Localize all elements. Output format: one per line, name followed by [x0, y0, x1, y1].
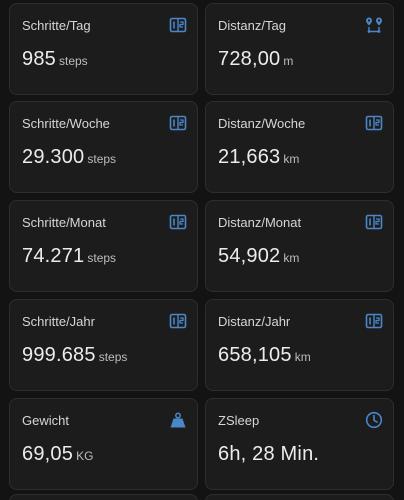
card-unit: steps	[87, 251, 117, 265]
card-schritte-tag[interactable]: Schritte/Tag 985 steps	[9, 3, 198, 95]
counter-icon	[365, 313, 383, 329]
card-partial[interactable]	[205, 494, 394, 500]
card-value: 54,902	[218, 245, 281, 267]
card-title: Schritte/Woche	[22, 116, 110, 131]
card-unit: m	[283, 54, 294, 68]
card-title: Schritte/Monat	[22, 215, 106, 230]
counter-icon	[365, 214, 383, 230]
card-title: Distanz/Jahr	[218, 314, 291, 329]
clock-icon	[365, 411, 383, 429]
counter-icon	[169, 115, 187, 131]
card-unit: steps	[87, 152, 117, 166]
card-schritte-jahr[interactable]: Schritte/Jahr 999.685 steps	[9, 299, 198, 391]
card-title: Distanz/Tag	[218, 18, 286, 33]
counter-icon	[169, 17, 187, 33]
counter-icon	[169, 313, 187, 329]
card-schritte-woche[interactable]: Schritte/Woche 29.300 steps	[9, 101, 198, 193]
card-zsleep[interactable]: ZSleep 6h, 28 Min.	[205, 398, 394, 490]
card-distanz-jahr[interactable]: Distanz/Jahr 658,105 km	[205, 299, 394, 391]
card-title: ZSleep	[218, 413, 260, 428]
card-value: 728,00	[218, 48, 281, 70]
card-unit: km	[283, 152, 300, 166]
card-partial[interactable]	[9, 494, 198, 500]
dashboard-grid: Schritte/Tag 985 steps Distanz/Tag 728,00…	[0, 0, 404, 500]
card-value: 74.271	[22, 245, 85, 267]
card-unit: steps	[98, 350, 128, 364]
card-value: 69,05	[22, 443, 74, 465]
counter-icon	[365, 115, 383, 131]
card-title: Schritte/Jahr	[22, 314, 95, 329]
weight-icon	[170, 412, 186, 428]
card-value: 21,663	[218, 146, 281, 168]
card-schritte-monat[interactable]: Schritte/Monat 74.271 steps	[9, 200, 198, 292]
card-unit: km	[294, 350, 311, 364]
card-value: 658,105	[218, 344, 292, 366]
counter-icon	[169, 214, 187, 230]
card-distanz-monat[interactable]: Distanz/Monat 54,902 km	[205, 200, 394, 292]
map-route-icon	[366, 17, 382, 33]
card-value: 29.300	[22, 146, 85, 168]
card-title: Distanz/Woche	[218, 116, 306, 131]
card-title: Gewicht	[22, 413, 69, 428]
card-distanz-tag[interactable]: Distanz/Tag 728,00 m	[205, 3, 394, 95]
card-value: 985	[22, 48, 56, 70]
card-title: Schritte/Tag	[22, 18, 91, 33]
card-unit: KG	[76, 449, 94, 463]
card-value: 6h, 28 Min.	[218, 443, 320, 465]
card-title: Distanz/Monat	[218, 215, 302, 230]
card-unit: steps	[58, 54, 88, 68]
card-unit: km	[283, 251, 300, 265]
card-value: 999.685	[22, 344, 96, 366]
card-gewicht[interactable]: Gewicht 69,05 KG	[9, 398, 198, 490]
card-distanz-woche[interactable]: Distanz/Woche 21,663 km	[205, 101, 394, 193]
